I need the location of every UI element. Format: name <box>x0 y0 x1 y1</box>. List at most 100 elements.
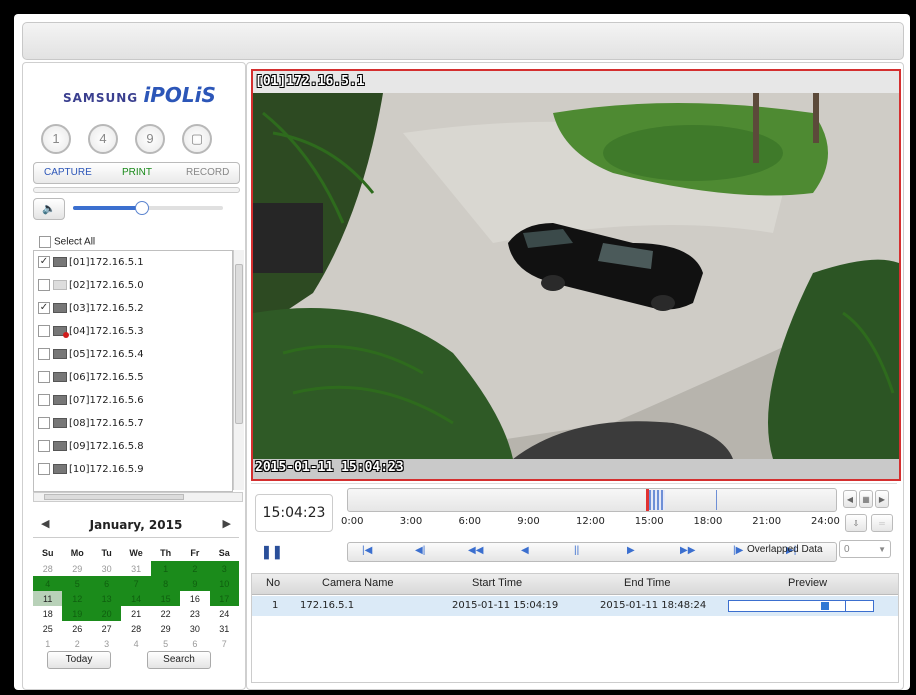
camera-checkbox[interactable] <box>38 279 50 291</box>
camera-list-item[interactable]: [07]172.16.5.6 <box>34 389 232 412</box>
calendar-day[interactable]: 6 <box>180 636 209 651</box>
camera-checkbox[interactable] <box>38 417 50 429</box>
download-icon[interactable]: ⇩ <box>845 514 867 532</box>
calendar-day[interactable]: 13 <box>91 591 122 606</box>
col-start-time[interactable]: Start Time <box>472 577 522 589</box>
search-button[interactable]: Search <box>147 651 211 669</box>
calendar-day[interactable]: 12 <box>62 591 92 606</box>
calendar-day[interactable]: 17 <box>209 591 239 606</box>
calendar-day[interactable]: 9 <box>180 576 210 591</box>
volume-slider[interactable] <box>73 201 223 215</box>
calendar-day[interactable]: 11 <box>33 591 63 606</box>
col-camera-name[interactable]: Camera Name <box>322 577 394 589</box>
calendar-day[interactable]: 23 <box>180 606 209 621</box>
layout-fullscreen-button[interactable]: ▢ <box>182 124 212 154</box>
layout-4-button[interactable]: 4 <box>88 124 118 154</box>
prev-frame-icon[interactable]: ◀| <box>415 545 425 556</box>
camera-checkbox[interactable]: ✓ <box>38 302 50 314</box>
camera-list-item[interactable]: [08]172.16.5.7 <box>34 412 232 435</box>
next-frame-icon[interactable]: |▶ <box>733 545 743 556</box>
select-all-row[interactable]: Select All <box>39 236 95 248</box>
calendar-day[interactable]: 31 <box>210 621 239 636</box>
speaker-icon[interactable]: 🔈 <box>33 198 65 220</box>
record-button[interactable]: RECORD <box>186 167 229 178</box>
calendar-day[interactable]: 14 <box>121 591 151 606</box>
calendar-day[interactable]: 28 <box>33 561 62 576</box>
calendar-day[interactable]: 22 <box>151 606 180 621</box>
calendar-day[interactable]: 30 <box>180 621 209 636</box>
camera-checkbox[interactable] <box>38 463 50 475</box>
preview-bar[interactable] <box>728 600 874 612</box>
go-start-icon[interactable]: |◀ <box>362 545 372 556</box>
camera-list-item[interactable]: ✓ [01]172.16.5.1 <box>34 251 232 274</box>
camera-list-item[interactable]: [05]172.16.5.4 <box>34 343 232 366</box>
camera-list-item[interactable]: [09]172.16.5.8 <box>34 435 232 458</box>
camera-list-hscrollbar[interactable] <box>33 492 243 502</box>
calendar-day[interactable]: 20 <box>91 606 122 621</box>
calendar-day[interactable]: 29 <box>62 561 92 576</box>
calendar-day[interactable]: 4 <box>121 636 151 651</box>
print-button[interactable]: PRINT <box>122 167 152 178</box>
calendar-day[interactable]: 1 <box>150 561 181 576</box>
camera-list-item[interactable]: [04]172.16.5.3 <box>34 320 232 343</box>
play-reverse-icon[interactable]: ◀ <box>521 545 529 556</box>
calendar-day[interactable]: 3 <box>209 561 239 576</box>
calendar-day[interactable]: 25 <box>33 621 62 636</box>
calendar-day[interactable]: 24 <box>210 606 239 621</box>
col-preview[interactable]: Preview <box>788 577 827 589</box>
zoom-out-icon[interactable]: ◀ <box>843 490 857 508</box>
camera-list-item[interactable]: [02]172.16.5.0 <box>34 274 232 297</box>
calendar-day[interactable]: 21 <box>121 606 151 621</box>
capture-button[interactable]: CAPTURE <box>44 167 92 178</box>
pause-icon[interactable]: ❚❚ <box>261 544 283 560</box>
calendar-day[interactable]: 1 <box>33 636 62 651</box>
calendar-day[interactable]: 2 <box>180 561 210 576</box>
camera-checkbox[interactable] <box>38 348 50 360</box>
camera-list-item[interactable]: [10]172.16.5.9 <box>34 458 232 481</box>
vscroll-thumb[interactable] <box>235 264 243 424</box>
timeline-track[interactable] <box>347 488 837 512</box>
play-icon[interactable]: ▶ <box>627 545 635 556</box>
camera-checkbox[interactable] <box>38 440 50 452</box>
camera-list-item[interactable]: ✓ [03]172.16.5.2 <box>34 297 232 320</box>
calendar-day[interactable]: 19 <box>62 606 92 621</box>
camera-list-item[interactable]: [06]172.16.5.5 <box>34 366 232 389</box>
rewind-icon[interactable]: ◀◀ <box>468 545 483 556</box>
camera-list-vscrollbar[interactable] <box>233 250 244 490</box>
calendar-day[interactable]: 27 <box>92 621 121 636</box>
col-end-time[interactable]: End Time <box>624 577 670 589</box>
layout-9-button[interactable]: 9 <box>135 124 165 154</box>
hscroll-thumb[interactable] <box>44 494 184 500</box>
col-no[interactable]: No <box>266 577 280 589</box>
calendar-day[interactable]: 4 <box>33 576 63 591</box>
camera-checkbox[interactable] <box>38 371 50 383</box>
calendar-day[interactable]: 5 <box>151 636 180 651</box>
calendar-day[interactable]: 29 <box>151 621 180 636</box>
calendar-day[interactable]: 2 <box>62 636 92 651</box>
calendar-day[interactable]: 16 <box>180 591 209 606</box>
calendar-day[interactable]: 7 <box>121 576 151 591</box>
camera-checkbox[interactable] <box>38 394 50 406</box>
overlapped-data-select[interactable]: 0 ▼ <box>839 540 891 558</box>
calendar-day[interactable]: 31 <box>121 561 151 576</box>
camera-checkbox[interactable] <box>38 325 50 337</box>
calendar-day[interactable]: 10 <box>209 576 239 591</box>
calendar-day[interactable]: 3 <box>92 636 121 651</box>
volume-knob[interactable] <box>134 201 149 215</box>
calendar-day[interactable]: 5 <box>62 576 92 591</box>
today-button[interactable]: Today <box>47 651 111 669</box>
calendar-day[interactable]: 18 <box>33 606 62 621</box>
layout-1-button[interactable]: 1 <box>41 124 71 154</box>
table-row[interactable]: 1 172.16.5.1 2015-01-11 15:04:19 2015-01… <box>252 596 898 616</box>
calendar-day[interactable]: 30 <box>92 561 121 576</box>
calendar-icon[interactable]: ▦ <box>859 490 873 508</box>
calendar-day[interactable]: 6 <box>91 576 122 591</box>
next-month-icon[interactable]: ▶ <box>223 517 231 530</box>
export-icon[interactable]: ═ <box>871 514 893 532</box>
zoom-in-icon[interactable]: ▶ <box>875 490 889 508</box>
calendar-day[interactable]: 7 <box>210 636 239 651</box>
calendar-day[interactable]: 15 <box>150 591 181 606</box>
select-all-checkbox[interactable] <box>39 236 51 248</box>
video-viewport[interactable]: [01]172.16.5.1 2015-01-11 15:04:23 <box>251 69 901 481</box>
calendar-day[interactable]: 26 <box>62 621 92 636</box>
